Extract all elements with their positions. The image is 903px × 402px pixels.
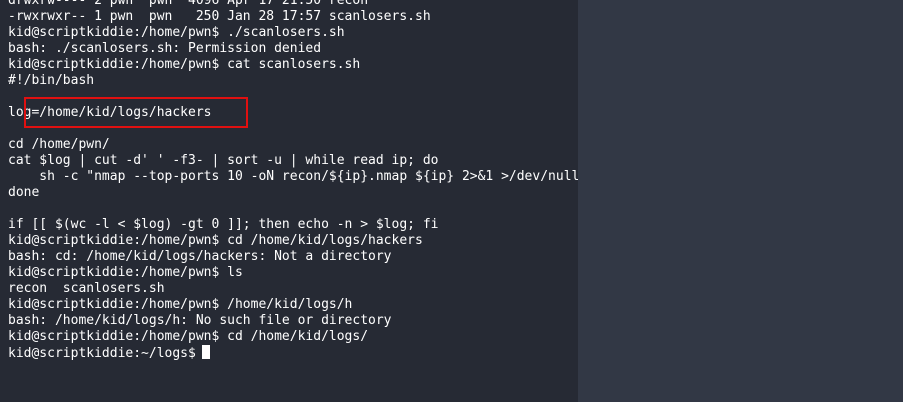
terminal-line: -rwxrwxr-- 1 pwn pwn 250 Jan 28 17:57 sc… — [8, 9, 431, 24]
terminal-line: sh -c "nmap --top-ports 10 -oN recon/${i… — [8, 169, 603, 184]
side-panel — [578, 0, 903, 402]
terminal-line: #!/bin/bash — [8, 73, 95, 88]
terminal-line: drwxrw---- 2 pwn pwn 4096 Apr 17 21:50 r… — [8, 0, 369, 8]
screen: drwxrw---- 2 pwn pwn 4096 Apr 17 21:50 r… — [0, 0, 903, 402]
terminal-window[interactable]: drwxrw---- 2 pwn pwn 4096 Apr 17 21:50 r… — [0, 0, 603, 402]
terminal-line: done — [8, 185, 40, 200]
terminal-line: cat $log | cut -d' ' -f3- | sort -u | wh… — [8, 153, 439, 168]
terminal-line: bash: cd: /home/kid/logs/hackers: Not a … — [8, 249, 392, 264]
terminal-cursor — [201, 345, 210, 359]
terminal-line: kid@scriptkiddie:/home/pwn$ cat scanlose… — [8, 57, 361, 72]
terminal-prompt: kid@scriptkiddie:~/logs$ — [8, 346, 196, 361]
terminal-line: bash: ./scanlosers.sh: Permission denied — [8, 41, 322, 56]
terminal-line: kid@scriptkiddie:/home/pwn$ /home/kid/lo… — [8, 297, 353, 312]
terminal-line: if [[ $(wc -l < $log) -gt 0 ]]; then ech… — [8, 217, 439, 232]
terminal-output: drwxrw---- 2 pwn pwn 4096 Apr 17 21:50 r… — [8, 0, 603, 361]
terminal-line: log=/home/kid/logs/hackers — [8, 105, 212, 120]
terminal-line: kid@scriptkiddie:/home/pwn$ cd /home/kid… — [8, 233, 423, 248]
terminal-line: kid@scriptkiddie:/home/pwn$ ./scanlosers… — [8, 25, 345, 40]
terminal-line: kid@scriptkiddie:/home/pwn$ cd /home/kid… — [8, 329, 369, 344]
terminal-line: recon scanlosers.sh — [8, 281, 165, 296]
terminal-line: cd /home/pwn/ — [8, 137, 110, 152]
terminal-line: kid@scriptkiddie:/home/pwn$ ls — [8, 265, 243, 280]
terminal-line: bash: /home/kid/logs/h: No such file or … — [8, 313, 392, 328]
terminal-prompt-line[interactable]: kid@scriptkiddie:~/logs$ — [8, 345, 603, 361]
